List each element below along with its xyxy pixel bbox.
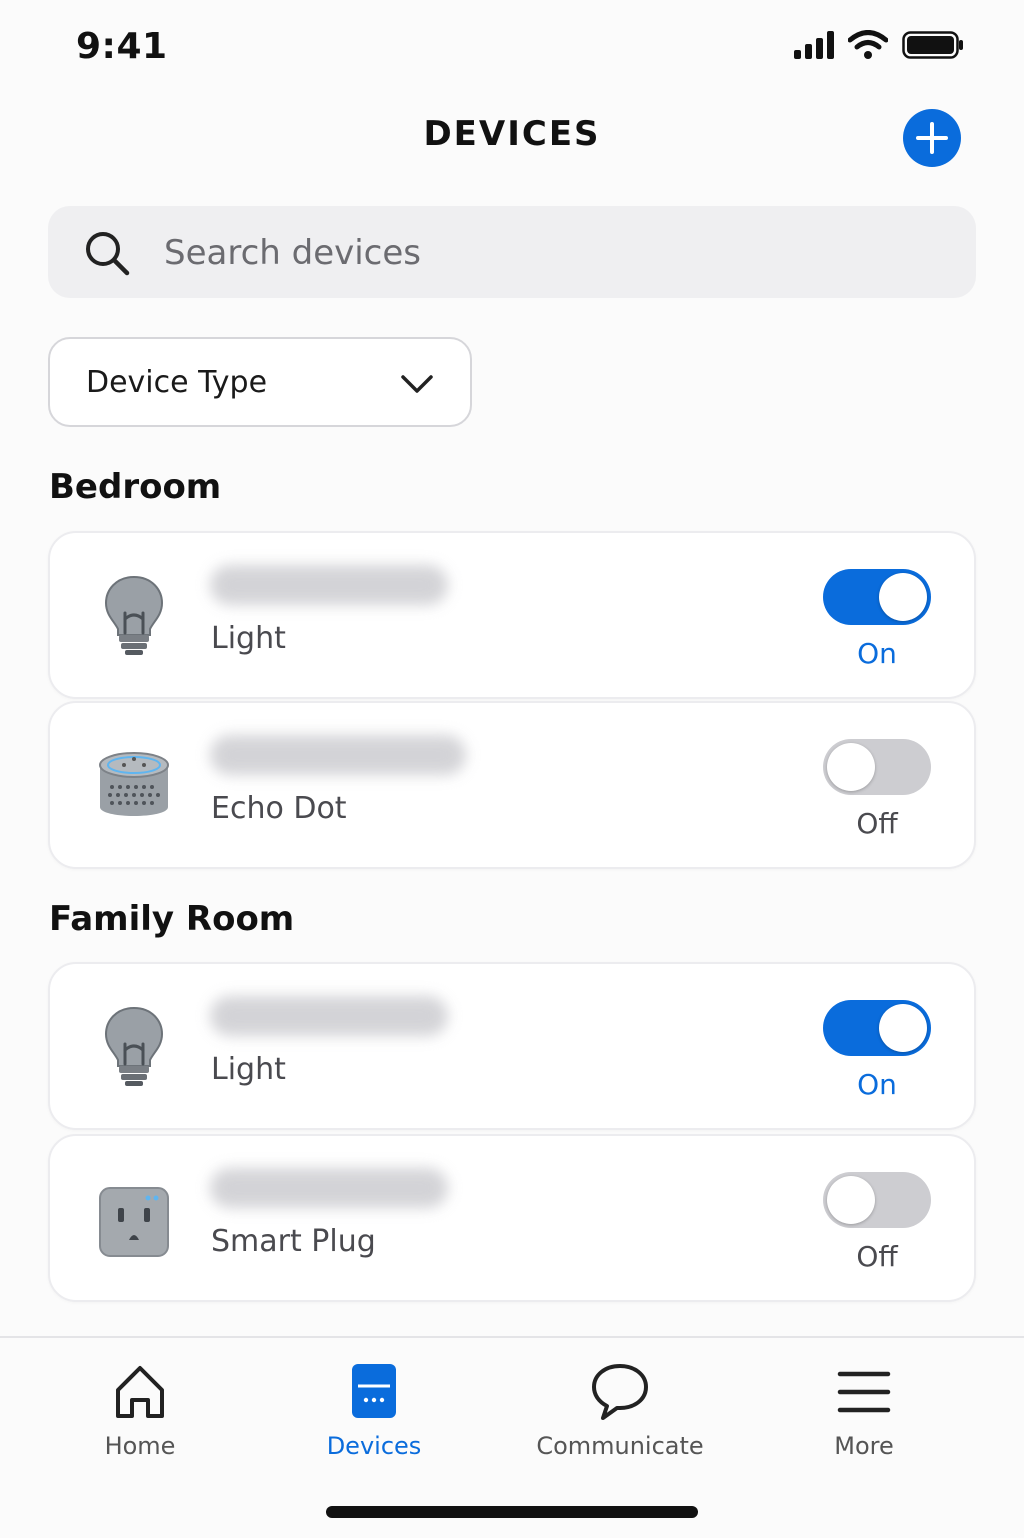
device-type: Light (211, 1052, 286, 1087)
tab-more[interactable]: More (744, 1362, 984, 1472)
tab-label: Devices (326, 1432, 422, 1460)
search-icon (86, 232, 130, 276)
light-bulb-icon (104, 1006, 164, 1086)
power-toggle[interactable] (823, 739, 931, 795)
device-name-redacted (210, 1168, 448, 1208)
tab-home[interactable]: Home (20, 1362, 260, 1472)
toggle-knob (879, 1004, 927, 1052)
device-type-label: Device Type (86, 365, 268, 400)
device-name-redacted (210, 735, 466, 775)
chat-bubble-icon (592, 1364, 648, 1420)
status-time: 9:41 (76, 26, 168, 67)
wifi-icon (848, 30, 888, 59)
status-icons (794, 30, 964, 60)
device-type: Echo Dot (211, 791, 347, 826)
header: DEVICES (0, 96, 1024, 180)
toggle-state-label: On (857, 637, 897, 670)
toggle-state-label: Off (856, 1240, 898, 1273)
section-title-bedroom: Bedroom (49, 467, 222, 507)
battery-icon (902, 31, 963, 59)
search-input[interactable] (162, 224, 926, 282)
device-type: Light (211, 621, 286, 656)
tab-devices[interactable]: Devices (254, 1362, 494, 1472)
toggle-knob (879, 573, 927, 621)
toggle-knob (827, 1176, 875, 1224)
devices-icon (352, 1364, 396, 1418)
plus-icon (916, 122, 948, 154)
add-device-button[interactable] (903, 109, 961, 167)
device-card[interactable]: Light On (48, 962, 976, 1130)
device-type-dropdown[interactable]: Device Type (48, 337, 472, 427)
power-toggle[interactable] (823, 1172, 931, 1228)
home-indicator (326, 1506, 698, 1518)
chevron-down-icon (401, 375, 433, 393)
echo-dot-icon (99, 752, 169, 816)
light-bulb-icon (104, 575, 164, 655)
status-bar: 9:41 (0, 0, 1024, 96)
tab-label: Communicate (536, 1432, 704, 1460)
device-card[interactable]: Echo Dot Off (48, 701, 976, 869)
section-title-family-room: Family Room (49, 899, 295, 939)
tab-label: More (834, 1432, 894, 1460)
smart-plug-icon (99, 1187, 169, 1257)
power-toggle[interactable] (823, 1000, 931, 1056)
toggle-state-label: Off (856, 807, 898, 840)
device-name-redacted (210, 996, 448, 1036)
home-icon (116, 1366, 164, 1418)
power-toggle[interactable] (823, 569, 931, 625)
device-card[interactable]: Light On (48, 531, 976, 699)
toggle-state-label: On (857, 1068, 897, 1101)
tab-label: Home (104, 1432, 176, 1460)
toggle-knob (827, 743, 875, 791)
menu-icon (837, 1371, 891, 1413)
page-title: DEVICES (423, 114, 601, 154)
device-type: Smart Plug (211, 1224, 376, 1259)
cellular-signal-icon (794, 31, 834, 59)
tab-communicate[interactable]: Communicate (500, 1362, 740, 1472)
device-card[interactable]: Smart Plug Off (48, 1134, 976, 1302)
search-bar[interactable] (48, 206, 976, 298)
device-name-redacted (210, 565, 448, 605)
